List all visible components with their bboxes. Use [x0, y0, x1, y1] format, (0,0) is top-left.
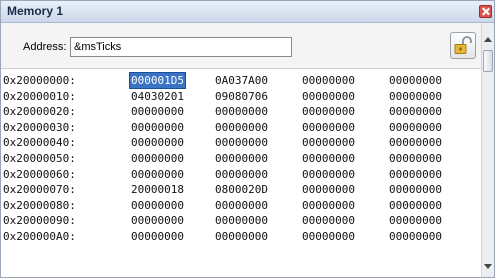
title-bar[interactable]: Memory 1 [1, 1, 494, 23]
selected-memory-cell[interactable]: 000001D5 [129, 72, 186, 89]
memory-cell[interactable]: 00000000 [389, 213, 442, 228]
row-address: 0x20000070: [3, 183, 76, 197]
row-address: 0x20000010: [3, 89, 76, 103]
scroll-thumb[interactable] [483, 50, 493, 72]
memory-cell[interactable]: 00000000 [302, 151, 355, 166]
address-input[interactable]: &msTicks [70, 37, 292, 57]
memory-cell[interactable]: 00000000 [389, 182, 442, 197]
memory-cell[interactable]: 00000000 [389, 120, 442, 135]
memory-cell[interactable]: 00000000 [389, 135, 442, 150]
row-address: 0x20000030: [3, 120, 76, 134]
memory-cell[interactable]: 00000000 [131, 213, 184, 228]
memory-cell[interactable]: 0A037A00 [215, 73, 268, 88]
memory-cell[interactable]: 00000000 [215, 229, 268, 244]
memory-cell[interactable]: 00000000 [215, 135, 268, 150]
memory-cell[interactable]: 00000000 [215, 104, 268, 119]
row-address: 0x200000A0: [3, 230, 76, 243]
row-address: 0x20000090: [3, 214, 76, 228]
memory-cell[interactable]: 00000000 [215, 198, 268, 213]
memory-cell[interactable]: 00000000 [302, 73, 355, 88]
memory-cell[interactable]: 00000000 [389, 167, 442, 182]
window-title: Memory 1 [7, 4, 64, 18]
memory-cell[interactable]: 00000000 [389, 104, 442, 119]
memory-cell[interactable]: 00000000 [131, 151, 184, 166]
memory-cell[interactable]: 00000000 [302, 104, 355, 119]
scroll-down-icon[interactable] [484, 264, 492, 269]
memory-cell[interactable]: 04030201 [131, 89, 184, 104]
memory-cell[interactable]: 00000000 [215, 151, 268, 166]
memory-cell[interactable]: 00000000 [131, 135, 184, 150]
memory-cell[interactable]: 20000018 [131, 182, 184, 197]
close-icon[interactable] [479, 5, 492, 18]
memory-cell[interactable]: 00000000 [302, 89, 355, 104]
scroll-up-icon[interactable] [484, 37, 492, 42]
memory-cell[interactable]: 00000000 [302, 120, 355, 135]
memory-cell[interactable]: 00000000 [302, 135, 355, 150]
row-address: 0x20000040: [3, 136, 76, 150]
memory-window: Memory 1 Address: &msTicks 0x20000000: 00… [0, 0, 495, 278]
row-address: 0x20000080: [3, 198, 76, 212]
memory-cell[interactable]: 00000000 [215, 120, 268, 135]
address-label: Address: [23, 41, 67, 53]
memory-cell[interactable]: 09080706 [215, 89, 268, 104]
memory-cell[interactable]: 0800020D [215, 182, 268, 197]
memory-cell[interactable]: 00000000 [389, 151, 442, 166]
lock-toggle-button[interactable] [450, 32, 476, 59]
memory-cell[interactable]: 00000000 [389, 89, 442, 104]
memory-cell[interactable]: 00000000 [131, 120, 184, 135]
row-address: 0x20000000: [3, 74, 76, 87]
memory-cell[interactable]: 00000000 [215, 167, 268, 182]
memory-cell[interactable]: 00000000 [302, 213, 355, 228]
memory-cell[interactable]: 00000000 [131, 229, 184, 244]
memory-cell[interactable]: 00000000 [215, 213, 268, 228]
row-address: 0x20000060: [3, 167, 76, 181]
memory-grid[interactable]: 0x20000000: 000001D5 0A037A00 00000000 00000… [1, 69, 481, 277]
vertical-scrollbar[interactable] [481, 23, 494, 277]
row-address: 0x20000020: [3, 105, 76, 119]
address-toolbar: Address: &msTicks [1, 23, 481, 69]
memory-cell[interactable]: 00000000 [389, 229, 442, 244]
memory-cell[interactable]: 00000000 [389, 73, 442, 88]
memory-cell[interactable]: 00000000 [302, 229, 355, 244]
memory-cell[interactable]: 00000000 [302, 198, 355, 213]
row-address: 0x20000050: [3, 152, 76, 165]
memory-cell[interactable]: 00000000 [131, 104, 184, 119]
memory-cell[interactable]: 00000000 [302, 182, 355, 197]
memory-cell[interactable]: 00000000 [131, 167, 184, 182]
memory-cell[interactable]: 00000000 [302, 167, 355, 182]
memory-cell[interactable]: 00000000 [389, 198, 442, 213]
memory-cell[interactable]: 00000000 [131, 198, 184, 213]
unlock-icon [454, 36, 472, 54]
